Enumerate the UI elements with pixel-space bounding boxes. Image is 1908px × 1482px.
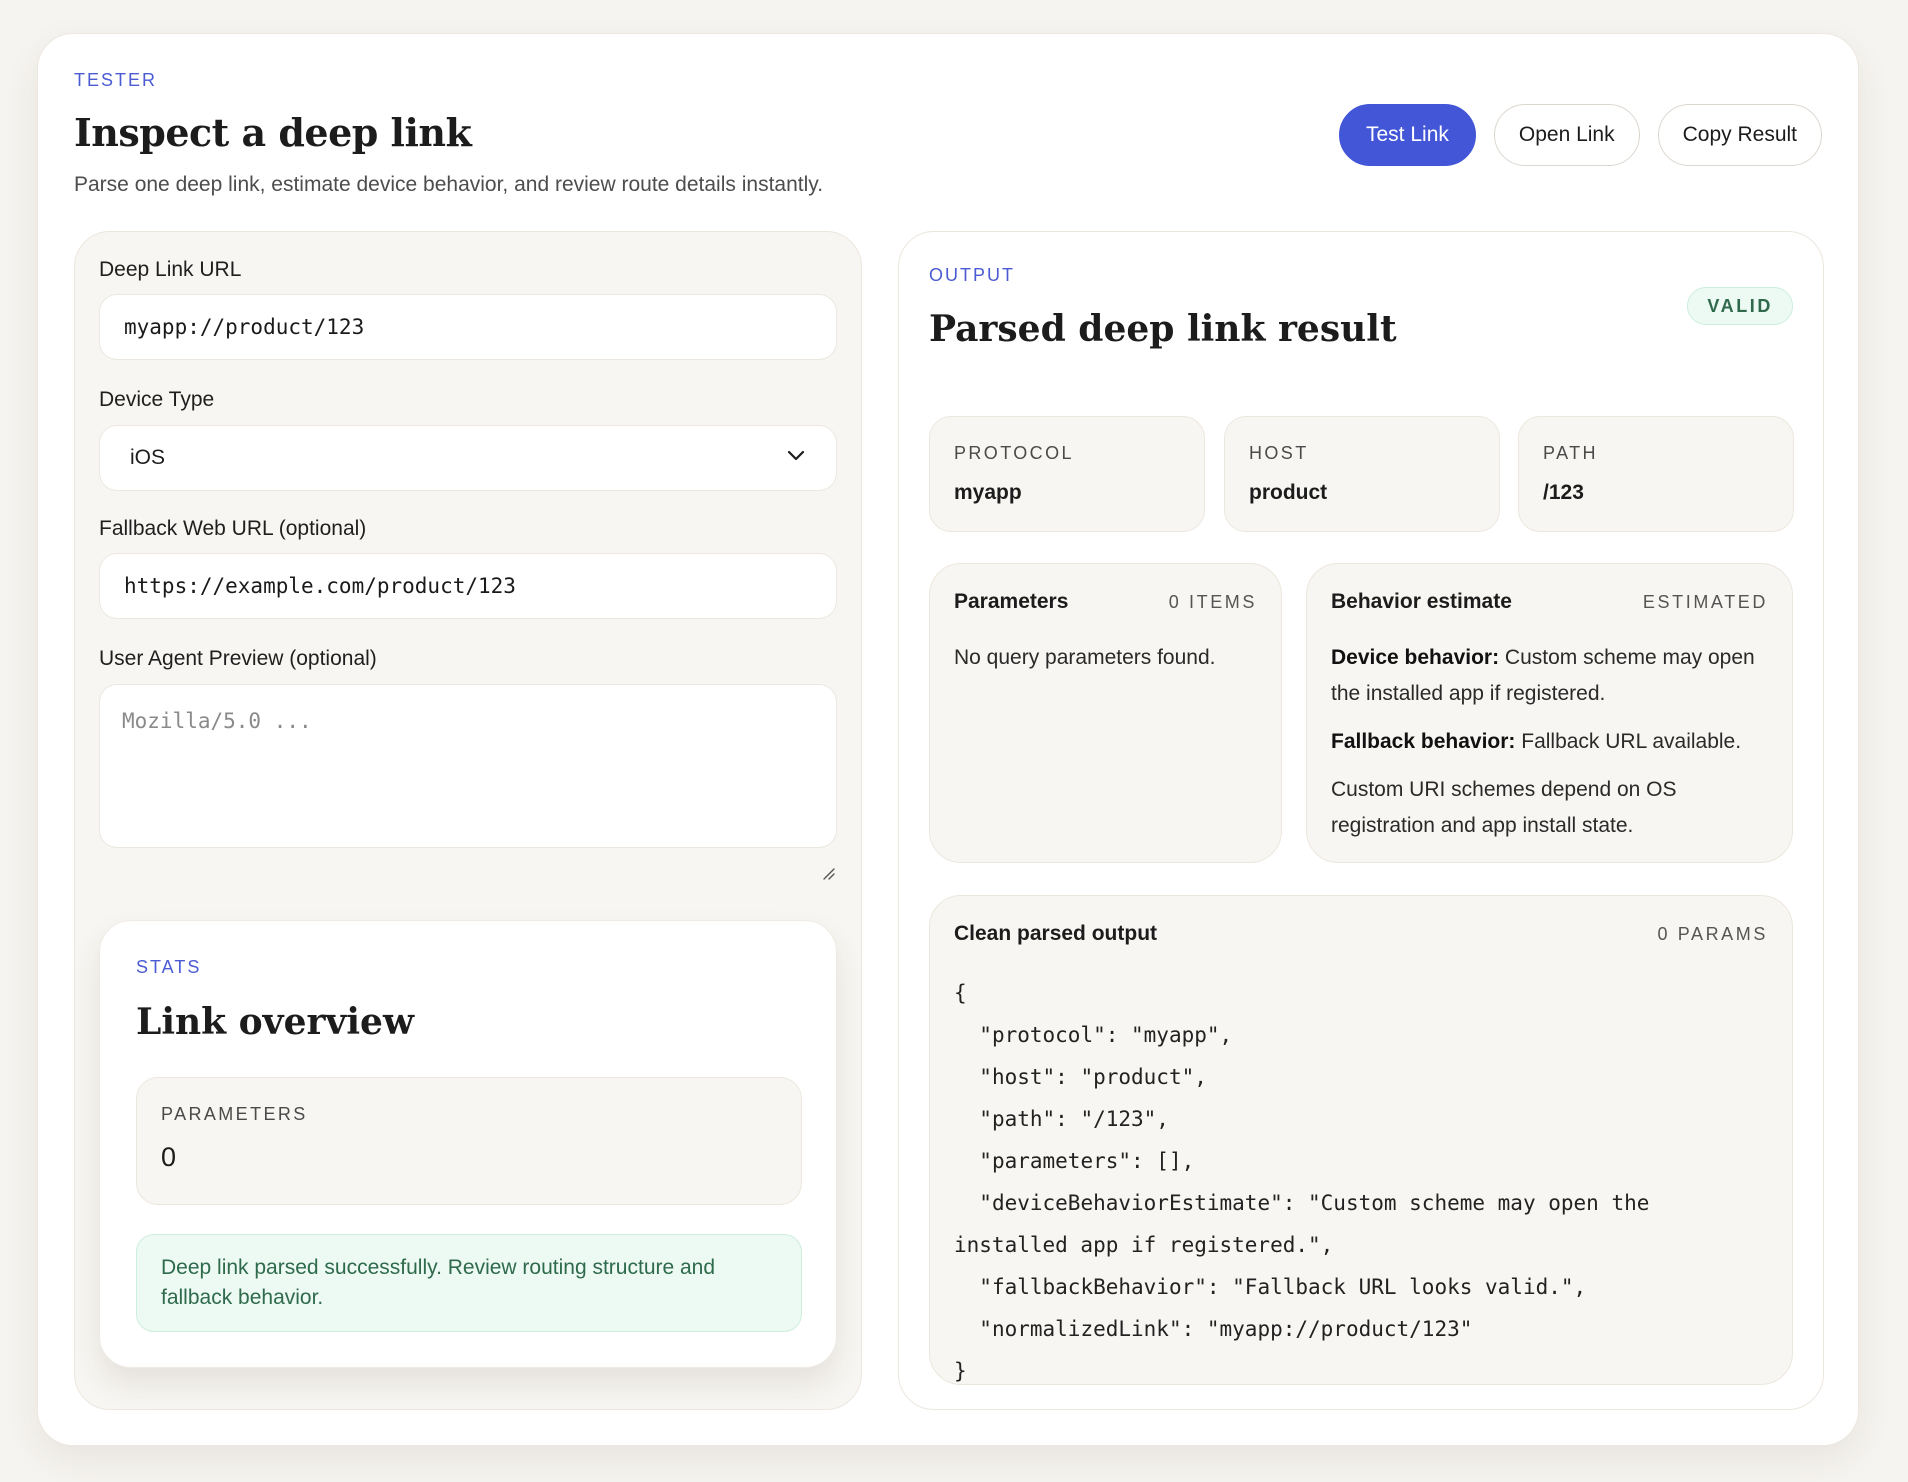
parameters-count: 0 ITEMS [1168,591,1257,612]
clean-output-card: Clean parsed output 0 PARAMS { "protocol… [929,895,1793,1385]
parameters-stat-value: 0 [161,1142,177,1172]
host-value: product [1249,481,1328,504]
open-link-button[interactable]: Open Link [1493,104,1640,166]
path-label: PATH [1543,443,1598,463]
stats-title: Link overview [136,1001,414,1043]
output-title: Parsed deep link result [929,308,1397,350]
protocol-card: PROTOCOL myapp [929,416,1205,532]
fallback-behavior-label: Fallback behavior: [1331,730,1516,753]
fallback-behavior-text: Fallback URL available. [1515,730,1742,753]
behavior-details: Device behavior: Custom scheme may open … [1331,640,1768,856]
clean-output-json: { "protocol": "myapp", "host": "product"… [954,981,1650,1383]
parameters-stat: PARAMETERS 0 [136,1077,802,1205]
device-type-label: Device Type [99,388,215,411]
protocol-value: myapp [954,481,1022,504]
stats-eyebrow: STATS [136,957,202,977]
app-window: TESTER Inspect a deep link Parse one dee… [37,33,1859,1446]
output-eyebrow: OUTPUT [929,265,1015,285]
behavior-note: Custom URI schemes depend on OS registra… [1331,778,1677,837]
status-badge: VALID [1687,287,1793,325]
host-card: HOST product [1224,416,1500,532]
fallback-url-label: Fallback Web URL (optional) [99,517,367,540]
path-value: /123 [1543,481,1584,504]
behavior-estimated-tag: ESTIMATED [1642,591,1768,612]
fallback-behavior-line: Fallback behavior: Fallback URL availabl… [1331,724,1768,760]
parameters-empty-text: No query parameters found. [954,646,1216,669]
stats-card: STATS Link overview PARAMETERS 0 Deep li… [99,920,837,1368]
resize-grip-icon[interactable] [821,866,835,885]
copy-result-button[interactable]: Copy Result [1657,104,1822,166]
deep-link-url-label: Deep Link URL [99,258,242,281]
parameters-card: Parameters 0 ITEMS No query parameters f… [929,563,1282,863]
device-behavior-label: Device behavior: [1331,646,1500,669]
protocol-label: PROTOCOL [954,443,1074,463]
deep-link-url-input[interactable] [99,294,837,360]
input-panel: Deep Link URL Device Type iOS Fallback W… [74,231,862,1410]
behavior-card: Behavior estimate ESTIMATED Device behav… [1306,563,1793,863]
host-label: HOST [1249,443,1309,463]
status-message: Deep link parsed successfully. Review ro… [136,1234,802,1332]
fallback-url-input[interactable] [99,553,837,619]
device-type-select[interactable]: iOS [99,425,837,491]
test-link-button[interactable]: Test Link [1339,104,1476,166]
page-title: Inspect a deep link [74,110,472,155]
header-actions: Test Link Open Link Copy Result [1339,104,1822,166]
parameters-card-title: Parameters [954,590,1069,613]
device-type-value: iOS [130,446,166,469]
path-card: PATH /123 [1518,416,1794,532]
user-agent-textarea[interactable] [99,684,837,848]
clean-output-params-count: 0 PARAMS [1657,923,1768,944]
user-agent-label: User Agent Preview (optional) [99,647,377,670]
behavior-card-title: Behavior estimate [1331,590,1512,613]
chevron-down-icon [786,445,806,471]
header-eyebrow: TESTER [74,70,158,90]
device-behavior-line: Device behavior: Custom scheme may open … [1331,640,1768,712]
clean-output-title: Clean parsed output [954,922,1158,945]
parameters-stat-label: PARAMETERS [161,1104,308,1124]
output-panel: OUTPUT Parsed deep link result VALID PRO… [898,231,1824,1410]
page-subtitle: Parse one deep link, estimate device beh… [74,173,824,196]
